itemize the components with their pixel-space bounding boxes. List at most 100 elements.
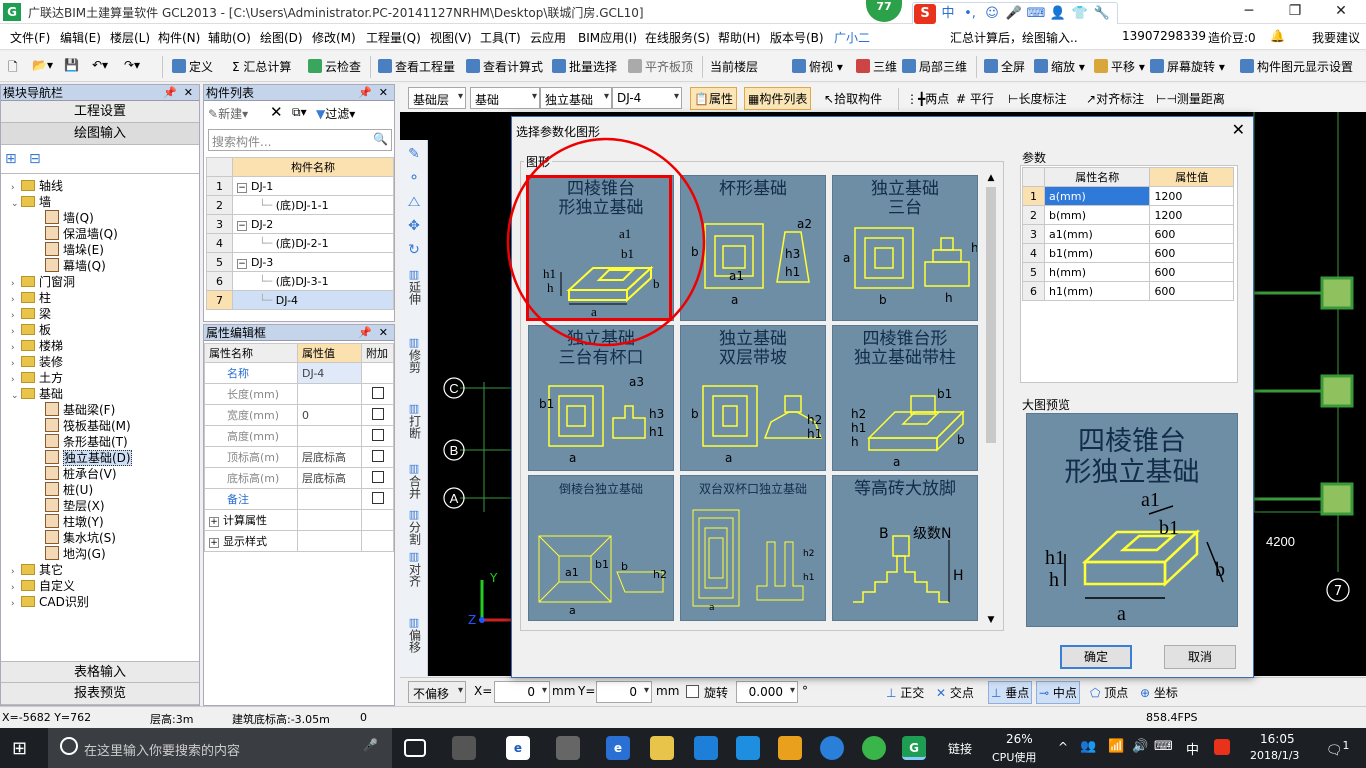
- tree-item[interactable]: 筏板基础(M): [45, 418, 131, 434]
- param-name[interactable]: h(mm): [1043, 262, 1151, 282]
- property-value[interactable]: 层底标高: [297, 467, 362, 489]
- tree-item[interactable]: 墙垛(E): [45, 242, 104, 258]
- top-view-button[interactable]: 俯视 ▾: [792, 58, 843, 75]
- batch-select-button[interactable]: 批量选择: [552, 58, 617, 75]
- property-value[interactable]: DJ-4: [297, 362, 362, 384]
- length-dim-button[interactable]: ⊢长度标注: [1008, 90, 1066, 107]
- property-value[interactable]: [297, 509, 362, 531]
- tree-item[interactable]: › CAD识别: [11, 594, 89, 610]
- property-row[interactable]: + 显示样式: [204, 530, 394, 552]
- param-value[interactable]: 600: [1149, 243, 1234, 263]
- tool-icon[interactable]: ✥: [402, 219, 426, 233]
- app-green-icon[interactable]: [862, 736, 886, 760]
- tree-item[interactable]: › 门窗洞: [11, 274, 75, 290]
- property-value[interactable]: [297, 383, 362, 405]
- menu-cloud[interactable]: 云应用: [530, 29, 566, 46]
- snap-0-button[interactable]: ⊥ 正交: [886, 684, 924, 701]
- tree-item[interactable]: ⌄ 墙: [11, 194, 51, 210]
- property-extra[interactable]: [361, 362, 394, 384]
- app-swirl-icon[interactable]: [556, 736, 580, 760]
- tool-icon[interactable]: ⧍: [402, 195, 426, 209]
- property-row[interactable]: 长度(mm): [204, 383, 394, 405]
- open-file-icon[interactable]: 📂▾: [32, 58, 53, 72]
- display-settings-button[interactable]: 构件图元显示设置: [1240, 58, 1353, 75]
- cancel-button[interactable]: 取消: [1164, 645, 1236, 669]
- ime-lang-icon[interactable]: 中: [938, 4, 958, 24]
- extra-checkbox[interactable]: [371, 407, 384, 420]
- chevron-down-icon[interactable]: ⌄: [11, 196, 21, 212]
- property-row[interactable]: 名称 DJ-4: [204, 362, 394, 384]
- property-extra[interactable]: [361, 488, 394, 510]
- property-row[interactable]: + 计算属性: [204, 509, 394, 531]
- windows-start-icon[interactable]: ⊞: [12, 738, 27, 759]
- collapse-icon[interactable]: −: [237, 220, 247, 231]
- ime-indicator[interactable]: 中: [1186, 739, 1199, 758]
- notice-text[interactable]: 汇总计算后，绘图输入..: [950, 29, 1078, 46]
- extra-checkbox[interactable]: [371, 491, 384, 504]
- menu-quantity[interactable]: 工程量(Q): [366, 29, 421, 46]
- pin-icon[interactable]: 📌: [358, 85, 372, 101]
- shape-tile-9[interactable]: B 级数N H 等高砖大放脚: [832, 475, 978, 621]
- extra-checkbox[interactable]: [371, 386, 384, 399]
- param-value[interactable]: 1200: [1149, 186, 1234, 206]
- tree-item[interactable]: 桩(U): [45, 482, 93, 498]
- snap-2-button[interactable]: ⊥ 垂点: [988, 681, 1033, 704]
- tree-item[interactable]: 垫层(X): [45, 498, 105, 514]
- tree-item[interactable]: › 土方: [11, 370, 63, 386]
- ime-skin-icon[interactable]: 👕: [1070, 4, 1090, 24]
- ime-user-icon[interactable]: 👤: [1048, 4, 1068, 24]
- rotate-screen-button[interactable]: 屏幕旋转 ▾: [1150, 58, 1225, 75]
- file-explorer-icon[interactable]: [650, 736, 674, 760]
- drawing-input-button[interactable]: 绘图输入: [1, 123, 199, 145]
- volume-icon[interactable]: 🔊: [1132, 739, 1148, 754]
- sogou-icon[interactable]: S: [914, 4, 936, 24]
- scroll-thumb[interactable]: [986, 187, 996, 443]
- x-input[interactable]: 0: [494, 681, 550, 703]
- pin-icon[interactable]: 📌: [358, 325, 372, 341]
- close-icon[interactable]: ✕: [379, 85, 388, 101]
- component-name[interactable]: └─ (底)DJ-3-1: [232, 271, 394, 291]
- 3d-button[interactable]: 三维: [856, 58, 897, 75]
- tree-item[interactable]: › 其它: [11, 562, 63, 578]
- measure-button[interactable]: ⊢⊣测量距离: [1156, 90, 1225, 107]
- current-floor-button[interactable]: 当前楼层: [710, 58, 758, 75]
- ime-keyboard-icon[interactable]: ⌨: [1026, 4, 1046, 24]
- param-name[interactable]: a1(mm): [1043, 224, 1151, 244]
- new-component-button[interactable]: ✎新建▾: [208, 105, 248, 122]
- menu-version[interactable]: 版本号(B): [770, 29, 824, 46]
- tree-item[interactable]: ⌄ 基础: [11, 386, 63, 402]
- column-block[interactable]: [1320, 374, 1354, 408]
- menu-tools[interactable]: 工具(T): [480, 29, 521, 46]
- property-extra[interactable]: [361, 404, 394, 426]
- tree-item[interactable]: 条形基础(T): [45, 434, 128, 450]
- app-note-icon[interactable]: [778, 736, 802, 760]
- tree-item[interactable]: › 自定义: [11, 578, 75, 594]
- tree-item[interactable]: › 装修: [11, 354, 63, 370]
- tree-item[interactable]: 墙(Q): [45, 210, 94, 226]
- ime-tools-icon[interactable]: 🔧: [1092, 4, 1112, 24]
- property-extra[interactable]: [361, 446, 394, 468]
- ime-punct-icon[interactable]: •,: [960, 4, 980, 24]
- menu-modify[interactable]: 修改(M): [312, 29, 356, 46]
- tree-item[interactable]: 独立基础(D): [45, 450, 132, 466]
- menu-draw[interactable]: 绘图(D): [260, 29, 303, 46]
- collapse-icon[interactable]: −: [237, 258, 247, 269]
- column-block[interactable]: [1320, 276, 1354, 310]
- component-combo[interactable]: DJ-4: [612, 87, 682, 109]
- tool-3[interactable]: ▥ 合并: [402, 462, 426, 499]
- offset-combo[interactable]: 不偏移: [408, 681, 466, 703]
- search-icon[interactable]: 🔍: [373, 132, 388, 146]
- shape-tile-8[interactable]: a h2 h1 双台双杯口独立基础: [680, 475, 826, 621]
- collapse-all-icon[interactable]: ⊟: [29, 151, 41, 167]
- tool-icon[interactable]: ⚬: [402, 171, 426, 185]
- ok-button[interactable]: 确定: [1060, 645, 1132, 669]
- task-view-icon[interactable]: [404, 739, 426, 757]
- snap-5-button[interactable]: ⊕ 坐标: [1140, 684, 1178, 701]
- y-input[interactable]: 0: [596, 681, 652, 703]
- property-row[interactable]: 底标高(m) 层底标高: [204, 467, 394, 489]
- delete-icon[interactable]: ✕: [270, 103, 283, 121]
- param-name[interactable]: h1(mm): [1043, 281, 1151, 301]
- align-dim-button[interactable]: ↗对齐标注: [1086, 90, 1144, 107]
- menu-file[interactable]: 文件(F): [10, 29, 50, 46]
- new-file-icon[interactable]: 🗋: [8, 58, 18, 79]
